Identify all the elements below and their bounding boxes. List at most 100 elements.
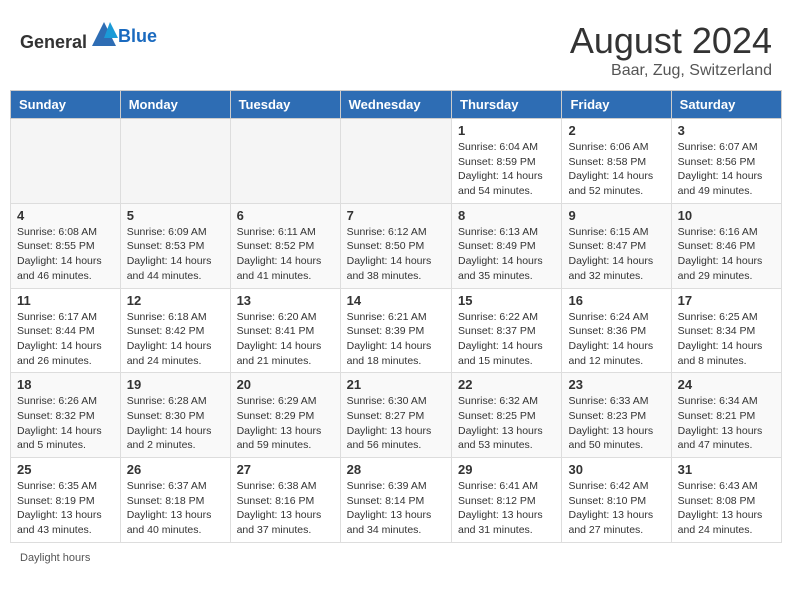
day-info: Sunrise: 6:35 AMSunset: 8:19 PMDaylight:… <box>17 479 114 538</box>
day-number: 9 <box>568 208 664 223</box>
calendar-cell: 1 Sunrise: 6:04 AMSunset: 8:59 PMDaylight… <box>452 119 562 204</box>
day-number: 30 <box>568 462 664 477</box>
day-info: Sunrise: 6:39 AMSunset: 8:14 PMDaylight:… <box>347 479 445 538</box>
day-info: Sunrise: 6:15 AMSunset: 8:47 PMDaylight:… <box>568 225 664 284</box>
day-info: Sunrise: 6:38 AMSunset: 8:16 PMDaylight:… <box>237 479 334 538</box>
calendar-cell: 16 Sunrise: 6:24 AMSunset: 8:36 PMDayligh… <box>562 288 671 373</box>
calendar-cell: 11 Sunrise: 6:17 AMSunset: 8:44 PMDayligh… <box>11 288 121 373</box>
calendar-table: Sunday Monday Tuesday Wednesday Thursday… <box>10 90 782 543</box>
title-area: August 2024 Baar, Zug, Switzerland <box>570 20 772 80</box>
day-number: 25 <box>17 462 114 477</box>
day-number: 20 <box>237 377 334 392</box>
logo-blue: Blue <box>118 26 157 46</box>
day-info: Sunrise: 6:17 AMSunset: 8:44 PMDaylight:… <box>17 310 114 369</box>
calendar-cell: 26 Sunrise: 6:37 AMSunset: 8:18 PMDayligh… <box>120 458 230 543</box>
day-info: Sunrise: 6:26 AMSunset: 8:32 PMDaylight:… <box>17 394 114 453</box>
calendar-cell: 23 Sunrise: 6:33 AMSunset: 8:23 PMDayligh… <box>562 373 671 458</box>
calendar-cell: 21 Sunrise: 6:30 AMSunset: 8:27 PMDayligh… <box>340 373 451 458</box>
day-number: 12 <box>127 293 224 308</box>
day-info: Sunrise: 6:29 AMSunset: 8:29 PMDaylight:… <box>237 394 334 453</box>
calendar-cell: 14 Sunrise: 6:21 AMSunset: 8:39 PMDayligh… <box>340 288 451 373</box>
day-info: Sunrise: 6:28 AMSunset: 8:30 PMDaylight:… <box>127 394 224 453</box>
col-wednesday: Wednesday <box>340 91 451 119</box>
day-number: 4 <box>17 208 114 223</box>
calendar-week-row-1: 1 Sunrise: 6:04 AMSunset: 8:59 PMDaylight… <box>11 119 782 204</box>
calendar-cell: 4 Sunrise: 6:08 AMSunset: 8:55 PMDaylight… <box>11 203 121 288</box>
logo-icon <box>90 20 118 48</box>
day-info: Sunrise: 6:04 AMSunset: 8:59 PMDaylight:… <box>458 140 555 199</box>
day-info: Sunrise: 6:20 AMSunset: 8:41 PMDaylight:… <box>237 310 334 369</box>
calendar-cell: 7 Sunrise: 6:12 AMSunset: 8:50 PMDaylight… <box>340 203 451 288</box>
day-number: 21 <box>347 377 445 392</box>
day-number: 14 <box>347 293 445 308</box>
calendar-cell: 24 Sunrise: 6:34 AMSunset: 8:21 PMDayligh… <box>671 373 781 458</box>
col-friday: Friday <box>562 91 671 119</box>
day-info: Sunrise: 6:22 AMSunset: 8:37 PMDaylight:… <box>458 310 555 369</box>
day-number: 27 <box>237 462 334 477</box>
day-number: 15 <box>458 293 555 308</box>
day-info: Sunrise: 6:18 AMSunset: 8:42 PMDaylight:… <box>127 310 224 369</box>
day-info: Sunrise: 6:06 AMSunset: 8:58 PMDaylight:… <box>568 140 664 199</box>
day-number: 7 <box>347 208 445 223</box>
day-info: Sunrise: 6:24 AMSunset: 8:36 PMDaylight:… <box>568 310 664 369</box>
calendar-cell <box>120 119 230 204</box>
day-info: Sunrise: 6:37 AMSunset: 8:18 PMDaylight:… <box>127 479 224 538</box>
calendar-week-row-2: 4 Sunrise: 6:08 AMSunset: 8:55 PMDaylight… <box>11 203 782 288</box>
calendar-cell: 13 Sunrise: 6:20 AMSunset: 8:41 PMDayligh… <box>230 288 340 373</box>
day-info: Sunrise: 6:13 AMSunset: 8:49 PMDaylight:… <box>458 225 555 284</box>
calendar-week-row-4: 18Sunrise: 6:26 AMSunset: 8:32 PMDayligh… <box>11 373 782 458</box>
day-info: Sunrise: 6:07 AMSunset: 8:56 PMDaylight:… <box>678 140 775 199</box>
calendar-cell: 3 Sunrise: 6:07 AMSunset: 8:56 PMDaylight… <box>671 119 781 204</box>
logo-general: General <box>20 32 87 52</box>
calendar-cell: 31 Sunrise: 6:43 AMSunset: 8:08 PMDayligh… <box>671 458 781 543</box>
calendar-cell: 27 Sunrise: 6:38 AMSunset: 8:16 PMDayligh… <box>230 458 340 543</box>
calendar-cell <box>230 119 340 204</box>
day-info: Sunrise: 6:12 AMSunset: 8:50 PMDaylight:… <box>347 225 445 284</box>
day-number: 26 <box>127 462 224 477</box>
calendar-cell: 18Sunrise: 6:26 AMSunset: 8:32 PMDayligh… <box>11 373 121 458</box>
calendar-cell: 20 Sunrise: 6:29 AMSunset: 8:29 PMDayligh… <box>230 373 340 458</box>
day-info: Sunrise: 6:34 AMSunset: 8:21 PMDaylight:… <box>678 394 775 453</box>
day-info: Sunrise: 6:25 AMSunset: 8:34 PMDaylight:… <box>678 310 775 369</box>
day-info: Sunrise: 6:21 AMSunset: 8:39 PMDaylight:… <box>347 310 445 369</box>
calendar-cell <box>340 119 451 204</box>
calendar-cell: 28 Sunrise: 6:39 AMSunset: 8:14 PMDayligh… <box>340 458 451 543</box>
calendar-week-row-3: 11 Sunrise: 6:17 AMSunset: 8:44 PMDayligh… <box>11 288 782 373</box>
calendar-cell: 9 Sunrise: 6:15 AMSunset: 8:47 PMDaylight… <box>562 203 671 288</box>
day-info: Sunrise: 6:16 AMSunset: 8:46 PMDaylight:… <box>678 225 775 284</box>
day-number: 16 <box>568 293 664 308</box>
day-info: Sunrise: 6:08 AMSunset: 8:55 PMDaylight:… <box>17 225 114 284</box>
calendar-week-row-5: 25 Sunrise: 6:35 AMSunset: 8:19 PMDayligh… <box>11 458 782 543</box>
day-number: 8 <box>458 208 555 223</box>
day-number: 13 <box>237 293 334 308</box>
col-monday: Monday <box>120 91 230 119</box>
day-number: 11 <box>17 293 114 308</box>
day-info: Sunrise: 6:30 AMSunset: 8:27 PMDaylight:… <box>347 394 445 453</box>
day-number: 17 <box>678 293 775 308</box>
day-number: 3 <box>678 123 775 138</box>
day-number: 19 <box>127 377 224 392</box>
day-number: 6 <box>237 208 334 223</box>
day-number: 31 <box>678 462 775 477</box>
calendar-cell: 5Sunrise: 6:09 AMSunset: 8:53 PMDaylight… <box>120 203 230 288</box>
day-number: 23 <box>568 377 664 392</box>
calendar-cell: 6Sunrise: 6:11 AMSunset: 8:52 PMDaylight… <box>230 203 340 288</box>
calendar-cell: 19 Sunrise: 6:28 AMSunset: 8:30 PMDayligh… <box>120 373 230 458</box>
day-number: 10 <box>678 208 775 223</box>
day-info: Sunrise: 6:33 AMSunset: 8:23 PMDaylight:… <box>568 394 664 453</box>
calendar-cell: 29Sunrise: 6:41 AMSunset: 8:12 PMDayligh… <box>452 458 562 543</box>
calendar-cell: 30Sunrise: 6:42 AMSunset: 8:10 PMDayligh… <box>562 458 671 543</box>
day-number: 24 <box>678 377 775 392</box>
logo: General Blue <box>20 20 157 53</box>
day-number: 1 <box>458 123 555 138</box>
calendar-cell: 12 Sunrise: 6:18 AMSunset: 8:42 PMDayligh… <box>120 288 230 373</box>
day-info: Sunrise: 6:41 AMSunset: 8:12 PMDaylight:… <box>458 479 555 538</box>
day-info: Sunrise: 6:43 AMSunset: 8:08 PMDaylight:… <box>678 479 775 538</box>
col-sunday: Sunday <box>11 91 121 119</box>
calendar-header-row: Sunday Monday Tuesday Wednesday Thursday… <box>11 91 782 119</box>
day-number: 28 <box>347 462 445 477</box>
day-info: Sunrise: 6:09 AMSunset: 8:53 PMDaylight:… <box>127 225 224 284</box>
day-info: Sunrise: 6:32 AMSunset: 8:25 PMDaylight:… <box>458 394 555 453</box>
col-thursday: Thursday <box>452 91 562 119</box>
calendar-cell: 8 Sunrise: 6:13 AMSunset: 8:49 PMDaylight… <box>452 203 562 288</box>
